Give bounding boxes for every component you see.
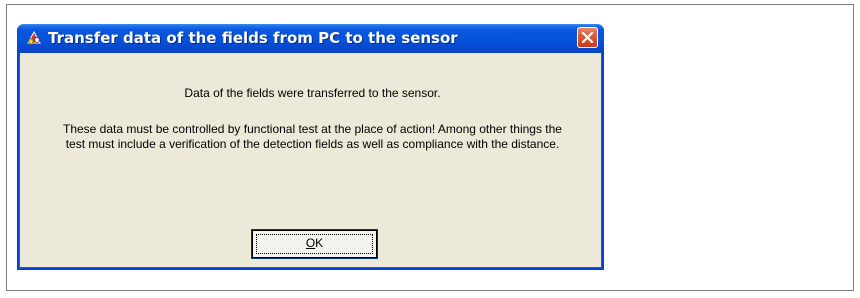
close-icon — [581, 31, 594, 44]
ok-mnemonic: O — [305, 236, 316, 250]
ok-button[interactable]: OK — [251, 229, 378, 259]
message-line-1: Data of the fields were transferred to t… — [184, 86, 441, 100]
dialog-title: Transfer data of the fields from PC to t… — [48, 29, 458, 47]
close-button[interactable] — [577, 27, 598, 48]
ok-label-rest: K — [315, 236, 324, 250]
ok-button-label: OK — [253, 236, 376, 250]
dialog-titlebar[interactable]: Transfer data of the fields from PC to t… — [17, 24, 604, 53]
message-dialog: Transfer data of the fields from PC to t… — [17, 24, 604, 270]
sensor-app-icon — [26, 30, 42, 46]
message-paragraph-2: These data must be controlled by functio… — [63, 122, 562, 151]
